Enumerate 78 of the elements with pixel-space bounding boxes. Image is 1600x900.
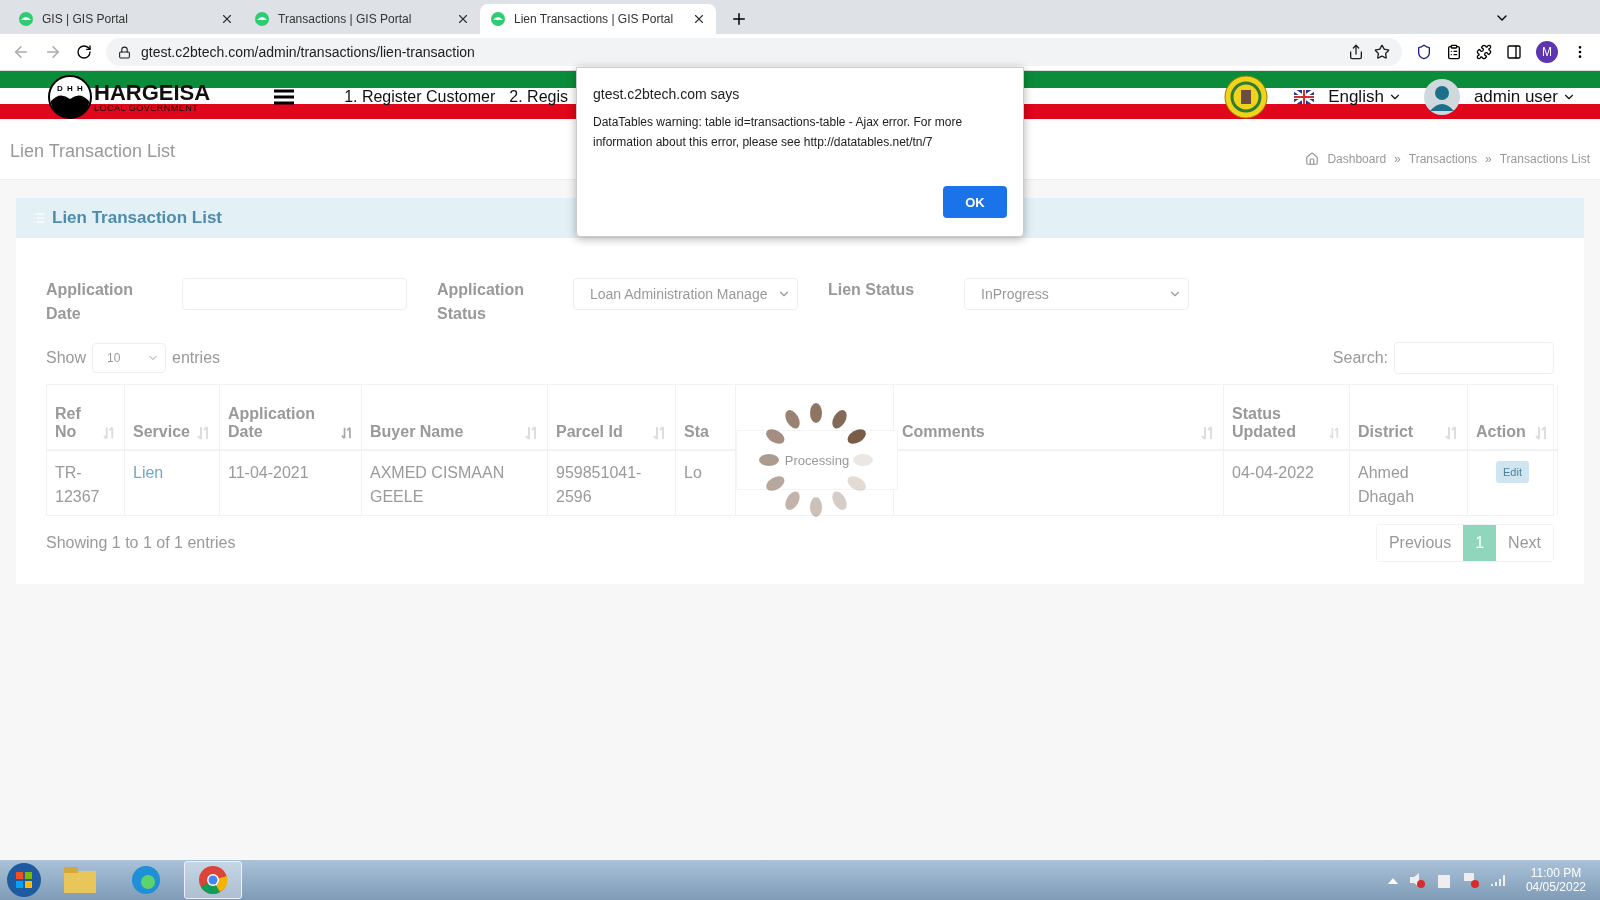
column-header[interactable]: Action [1468, 385, 1558, 451]
start-icon[interactable] [6, 862, 42, 898]
user-dropdown[interactable]: admin user [1473, 87, 1576, 107]
clock-date[interactable]: 04/05/2022 [1525, 880, 1586, 894]
column-header[interactable]: District [1350, 385, 1468, 451]
table-cell: 11-04-2021 [220, 451, 362, 515]
nav-link[interactable]: 2. Regis [509, 88, 568, 106]
extensions-icon[interactable] [1476, 44, 1492, 60]
profile-avatar[interactable]: M [1536, 41, 1558, 63]
table-info: Showing 1 to 1 of 1 entries [46, 534, 236, 552]
column-header[interactable]: Service [125, 385, 220, 451]
status-select[interactable]: Loan Administration Manage [573, 278, 798, 310]
globe-icon [490, 11, 506, 27]
globe-icon [18, 11, 34, 27]
breadcrumb-separator: » [1485, 152, 1492, 166]
search-label: Search: [1332, 349, 1388, 367]
breadcrumb-separator: » [1394, 152, 1401, 166]
taskbar-button[interactable] [184, 861, 242, 899]
dialog-message: DataTables warning: table id=transactions-table - Ajax error. For more information about this error, please see http://datatables.net/tn/7 [593, 114, 964, 151]
shield-icon[interactable] [1416, 44, 1432, 60]
pagination-button[interactable]: 1 [1463, 525, 1497, 561]
column-header[interactable]: Status Updated [1224, 385, 1350, 451]
side-panel-icon[interactable] [1506, 44, 1522, 60]
close-icon[interactable] [456, 12, 470, 26]
share-icon[interactable] [1348, 44, 1364, 60]
url-text: gtest.c2btech.com/admin/transactions/lien-transaction [141, 44, 476, 60]
breadcrumb-link[interactable]: Transactions [1408, 152, 1478, 166]
browser-tab[interactable]: Transactions | GIS Portal [244, 4, 480, 34]
table-cell: 959851041-2596 [548, 451, 676, 515]
column-header[interactable]: Parcel Id [548, 385, 676, 451]
ok-button[interactable]: OK [943, 186, 1007, 218]
home-icon [1305, 152, 1320, 166]
breadcrumb-link[interactable]: Dashboard [1327, 152, 1387, 166]
browser-tab[interactable]: Lien Transactions | GIS Portal [480, 4, 716, 34]
dialog-title: gtest.c2btech.com says [593, 86, 741, 102]
filter-label: Application Status [437, 280, 526, 324]
card-title: Lien Transaction List [52, 208, 223, 228]
close-icon[interactable] [692, 12, 706, 26]
flag-error-icon[interactable] [1461, 871, 1480, 889]
globe-icon [254, 11, 270, 27]
table-cell: Ahmed Dhagah [1350, 451, 1468, 515]
clock-time[interactable]: 11:00 PM [1530, 866, 1582, 880]
table-cell: 04-04-2022 [1224, 451, 1350, 515]
logo-subtitle: LOCAL GOVERNMENT [94, 103, 200, 113]
close-icon[interactable] [220, 12, 234, 26]
emblem-icon [1224, 75, 1269, 119]
entries-label: entries [172, 349, 221, 367]
new-tab-icon[interactable] [730, 10, 748, 28]
logo-emblem: D H H [48, 75, 92, 119]
chrome-icon [198, 865, 228, 895]
filter-label: Application Date [46, 280, 135, 324]
column-header[interactable]: Ref No [47, 385, 125, 451]
table-cell: Lien [125, 451, 220, 515]
table-cell: TR-12367 [47, 451, 125, 515]
show-label: Show [46, 349, 87, 367]
page-length-select[interactable]: 10 [92, 343, 167, 373]
column-header[interactable]: Buyer Name [362, 385, 548, 451]
page-title: Lien Transaction List [10, 140, 176, 162]
reload-icon[interactable] [76, 44, 92, 60]
status-select[interactable]: InProgress [964, 278, 1189, 310]
lock-icon [118, 45, 131, 59]
menu-icon[interactable] [274, 89, 295, 105]
language-dropdown[interactable]: English [1328, 87, 1402, 107]
clipboard-icon[interactable] [1446, 44, 1462, 60]
user-avatar[interactable] [1423, 79, 1460, 115]
speaker-muted-icon[interactable] [1407, 871, 1426, 889]
flag-icon [1294, 90, 1315, 104]
table-cell: AXMED CISMAAN GEELE [362, 451, 548, 515]
processing-text: Processing [784, 452, 850, 468]
spinner-icon [756, 400, 876, 520]
browser-tab[interactable]: GIS | GIS Portal [8, 4, 244, 34]
filter-label: Lien Status [828, 280, 916, 300]
breadcrumb-link[interactable]: Transactions List [1499, 152, 1590, 166]
column-header[interactable]: Application Date [220, 385, 362, 451]
star-icon[interactable] [1374, 44, 1390, 60]
address-bar[interactable]: gtest.c2btech.com/admin/transactions/lien-transaction [106, 38, 1402, 66]
nav-link[interactable]: 1. Register Customer [344, 88, 496, 106]
edit-button[interactable]: Edit [1496, 461, 1529, 483]
